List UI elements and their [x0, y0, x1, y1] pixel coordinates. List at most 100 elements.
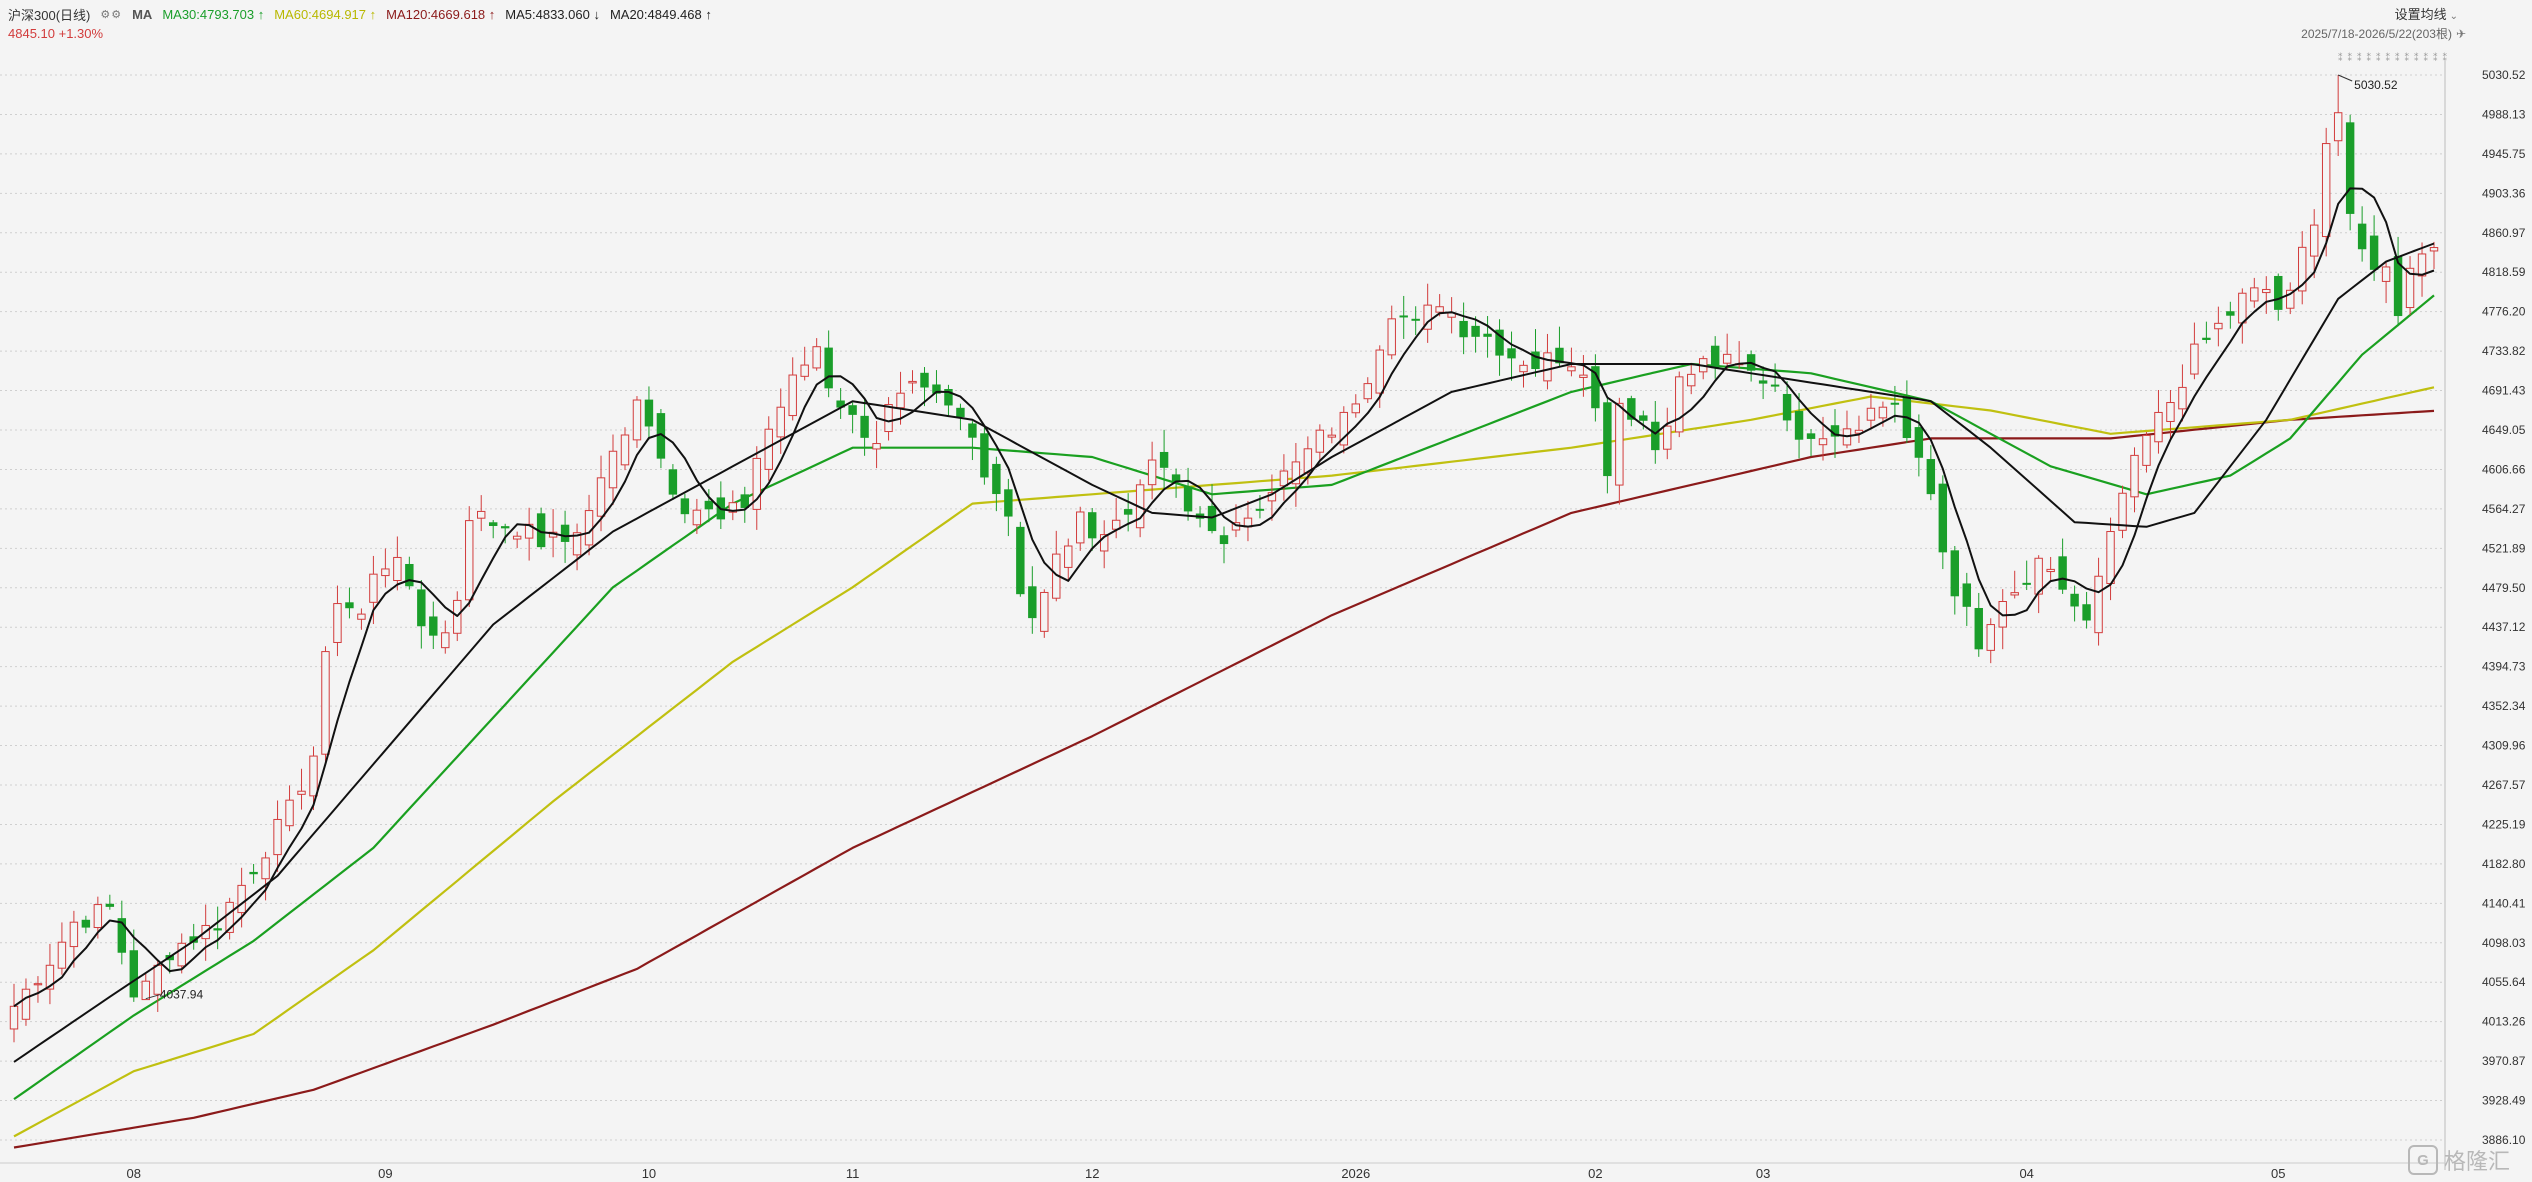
y-tick-label: 3970.87 — [2482, 1054, 2526, 1068]
candle-up — [512, 535, 522, 540]
candle-up — [33, 983, 43, 986]
candle-down — [2369, 235, 2379, 270]
price-annotations: 5030.52 4037.94 — [145, 74, 2398, 1002]
candle-up — [21, 988, 31, 1020]
candle-up — [393, 556, 402, 581]
candle-down — [1950, 550, 1960, 597]
candle-up — [2417, 253, 2427, 277]
y-tick-label: 4649.05 — [2482, 423, 2526, 437]
candle-down — [429, 616, 438, 636]
candle-down — [2058, 556, 2067, 590]
candle-up — [2429, 247, 2439, 252]
candle-down — [668, 469, 678, 495]
candle-up — [1076, 511, 1085, 544]
candles-group — [9, 75, 2439, 1043]
x-tick-label: 12 — [1085, 1166, 1099, 1181]
candle-up — [1387, 318, 1396, 356]
candle-up — [2178, 386, 2187, 410]
y-tick-label: 4479.50 — [2482, 581, 2526, 595]
y-tick-label: 4564.27 — [2482, 502, 2526, 516]
candle-down — [105, 903, 115, 907]
candle-down — [1639, 415, 1648, 421]
x-tick-label: 04 — [2019, 1166, 2033, 1181]
candle-down — [1123, 509, 1133, 515]
candle-up — [692, 509, 702, 526]
candle-down — [1004, 489, 1013, 517]
candle-down — [1219, 535, 1229, 545]
candle-down — [968, 423, 977, 438]
candle-up — [69, 921, 79, 948]
x-tick-label: 02 — [1588, 1166, 1602, 1181]
candle-up — [285, 799, 294, 827]
candle-up — [2130, 454, 2139, 498]
candle-up — [632, 399, 642, 441]
ma60-path — [13, 386, 2435, 1138]
candle-up — [1315, 429, 1325, 453]
candle-up — [1567, 366, 1576, 372]
annotation-leader — [2337, 74, 2353, 82]
candle-down — [1016, 526, 1025, 595]
candle-up — [2238, 292, 2247, 324]
candle-down — [1159, 451, 1169, 468]
candle-up — [2142, 434, 2151, 466]
candle-up — [2214, 322, 2223, 330]
candle-down — [560, 524, 570, 542]
candle-up — [2309, 224, 2319, 257]
candle-down — [1806, 433, 1816, 439]
y-tick-label: 3928.49 — [2482, 1094, 2526, 1108]
candle-up — [1866, 407, 1876, 421]
candle-up — [1351, 403, 1360, 414]
candle-up — [1375, 349, 1384, 394]
watermark-text: 格隆汇 — [2443, 1149, 2510, 1174]
candle-up — [1327, 434, 1337, 438]
candle-down — [2022, 582, 2031, 585]
candle-down — [345, 602, 354, 609]
candlestick-chart[interactable]: 5030.52 4988.13 4945.75 4903.36 4860.97 4818.… — [0, 0, 2532, 1182]
candle-up — [788, 374, 797, 417]
x-tick-label: 03 — [1756, 1166, 1770, 1181]
candle-down — [680, 498, 690, 515]
y-tick-label: 4733.82 — [2482, 344, 2526, 358]
ma30-line — [13, 294, 2435, 1101]
candle-up — [1663, 425, 1672, 450]
y-tick-label: 4309.96 — [2482, 739, 2526, 753]
candle-up — [441, 632, 450, 649]
candle-up — [1986, 624, 1995, 651]
candle-down — [1770, 384, 1780, 387]
candle-down — [2274, 275, 2283, 310]
candle-up — [141, 980, 150, 1001]
y-tick-label: 4394.73 — [2482, 660, 2526, 674]
candle-down — [704, 500, 714, 510]
candle-up — [1303, 448, 1313, 474]
y-tick-label: 4013.26 — [2482, 1015, 2526, 1029]
candle-down — [2202, 337, 2211, 340]
candle-down — [2082, 604, 2091, 621]
ma20-line — [13, 242, 2435, 1063]
candle-up — [1040, 591, 1049, 632]
candle-up — [309, 755, 318, 797]
x-tick-label: 10 — [642, 1166, 656, 1181]
candle-down — [824, 347, 833, 389]
candle-down — [1255, 508, 1265, 511]
y-tick-label: 4437.12 — [2482, 620, 2526, 634]
candle-down — [1471, 325, 1480, 337]
x-tick-label: 2026 — [1341, 1166, 1370, 1181]
candle-down — [1483, 333, 1492, 337]
y-tick-label: 4521.89 — [2482, 541, 2526, 555]
candle-up — [1818, 438, 1828, 446]
annotation-high-label: 5030.52 — [2354, 78, 2398, 92]
y-tick-label: 4818.59 — [2482, 265, 2526, 279]
candle-up — [608, 450, 618, 489]
candle-down — [249, 871, 258, 875]
candle-down — [1399, 315, 1408, 318]
candle-up — [872, 443, 881, 450]
candle-up — [776, 406, 785, 438]
candle-down — [1758, 380, 1768, 384]
candle-down — [980, 433, 989, 478]
candle-up — [908, 380, 917, 384]
candle-down — [2226, 311, 2235, 316]
candle-up — [1722, 353, 1732, 364]
candle-down — [1183, 486, 1193, 512]
candle-up — [369, 573, 378, 603]
candle-down — [1507, 348, 1516, 359]
